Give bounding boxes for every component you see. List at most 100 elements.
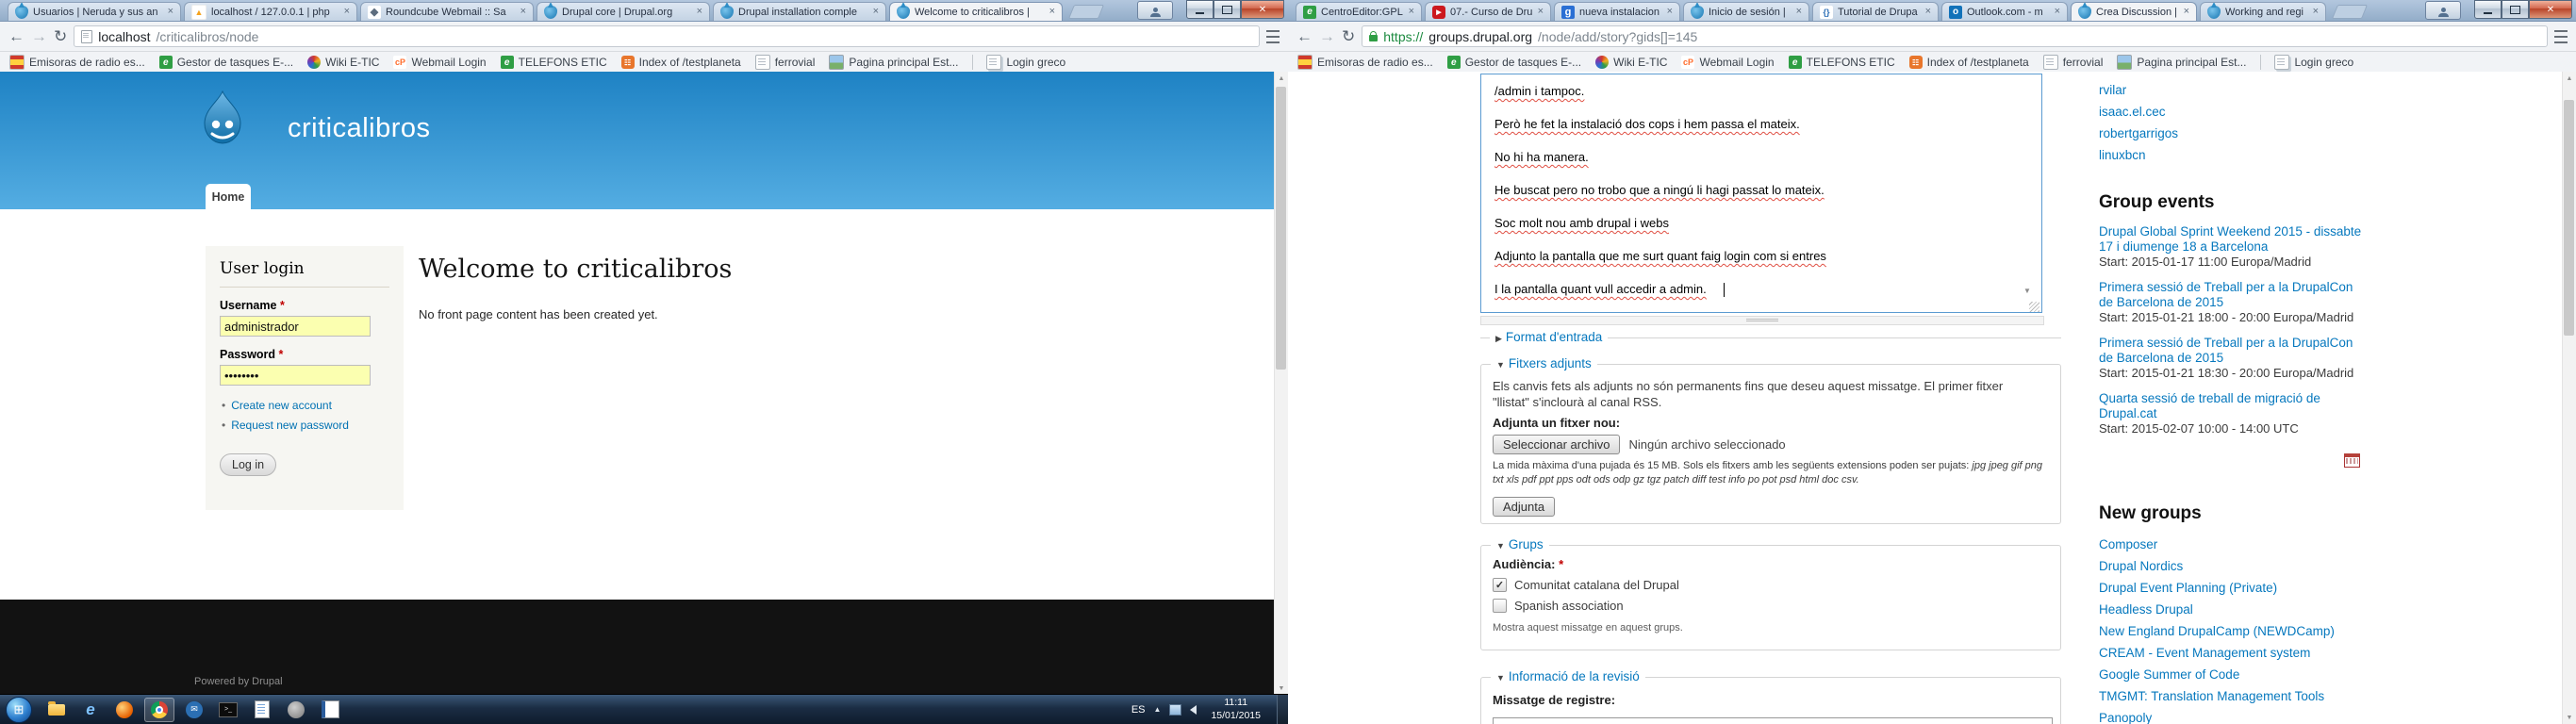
network-icon[interactable]: [1169, 704, 1181, 716]
back-button[interactable]: ←: [1296, 28, 1313, 44]
main-menu-home-tab[interactable]: Home: [206, 184, 251, 209]
bookmark-item[interactable]: Gestor de tasques E-...: [159, 56, 293, 69]
bookmark-item[interactable]: Gestor de tasques E-...: [1447, 56, 1581, 69]
user-link[interactable]: linuxbcn: [2099, 148, 2146, 162]
scrollbar-thumb[interactable]: [2564, 100, 2574, 336]
scroll-up-icon[interactable]: ▲: [2563, 72, 2576, 85]
maximize-button[interactable]: [1214, 0, 1241, 19]
minimize-button[interactable]: [1186, 0, 1214, 19]
speaker-icon[interactable]: [1190, 705, 1197, 715]
bookmark-item[interactable]: Pagina principal Est...: [2117, 55, 2246, 70]
hidden-icons-arrow-icon[interactable]: ▲: [1154, 705, 1162, 714]
group-link[interactable]: CREAM - Event Management system: [2099, 646, 2310, 660]
group-link[interactable]: Drupal Event Planning (Private): [2099, 581, 2277, 595]
language-indicator[interactable]: ES: [1131, 704, 1146, 716]
group-link[interactable]: TMGMT: Translation Management Tools: [2099, 689, 2324, 703]
taskbar-writer-icon[interactable]: [316, 699, 344, 721]
taskbar-notepad-icon[interactable]: [248, 699, 276, 721]
fitxers-adjunts-legend[interactable]: Fitxers adjunts: [1491, 356, 1597, 370]
log-message-textarea[interactable]: [1493, 717, 2053, 724]
left-page-scrollbar[interactable]: ▲ ▼: [1274, 72, 1288, 695]
tab-close-icon[interactable]: [1667, 7, 1673, 17]
chrome-menu-icon[interactable]: [2554, 30, 2568, 43]
new-tab-button[interactable]: [2332, 5, 2368, 19]
choose-file-button[interactable]: Seleccionar archivo: [1493, 435, 1620, 454]
event-link[interactable]: Quarta sessió de treball de migració de …: [2099, 391, 2369, 421]
powered-by-drupal[interactable]: Powered by Drupal: [194, 676, 283, 687]
bookmark-item[interactable]: Index of /testplaneta: [1909, 56, 2029, 69]
username-field[interactable]: [220, 316, 371, 337]
tab-outlook[interactable]: Outlook.com - m: [1941, 2, 2068, 21]
tab-close-icon[interactable]: [697, 7, 702, 17]
tab-close-icon[interactable]: [2313, 7, 2319, 17]
textarea-resize-grip-icon[interactable]: [2029, 302, 2039, 312]
bookmark-item[interactable]: TELEFONS ETIC: [1789, 56, 1895, 69]
tab-close-icon[interactable]: [873, 7, 879, 17]
group-link[interactable]: New England DrupalCamp (NEWDCamp): [2099, 624, 2335, 638]
tab-drupal-installation[interactable]: Drupal installation comple: [713, 2, 886, 21]
bookmark-item[interactable]: ferrovial: [755, 55, 816, 70]
user-link[interactable]: rvilar: [2099, 83, 2126, 97]
tab-close-icon[interactable]: [2184, 7, 2189, 17]
log-in-button[interactable]: Log in: [220, 453, 276, 476]
bookmark-item[interactable]: Emisoras de radio es...: [1297, 55, 1433, 70]
tab-centroeditor[interactable]: CentroEditor:GPL: [1296, 2, 1422, 21]
maximize-button[interactable]: [2502, 0, 2529, 19]
tab-close-icon[interactable]: [1796, 7, 1802, 17]
tab-welcome-criticalibros-active[interactable]: Welcome to criticalibros |: [889, 2, 1063, 21]
close-button[interactable]: [1241, 0, 1284, 19]
tab-close-icon[interactable]: [1409, 7, 1414, 17]
tab-working-registering[interactable]: Working and regi: [2200, 2, 2326, 21]
right-page-scrollbar[interactable]: ▲ ▼: [2562, 72, 2576, 724]
tab-youtube-curso[interactable]: 07.- Curso de Dru: [1425, 2, 1551, 21]
scrollbar-thumb[interactable]: [1276, 87, 1286, 370]
reload-button[interactable]: ↻: [1342, 28, 1355, 44]
create-account-link[interactable]: Create new account: [231, 399, 332, 412]
forward-button[interactable]: →: [31, 28, 47, 44]
bookmark-item[interactable]: TELEFONS ETIC: [501, 56, 607, 69]
tab-phpmyadmin[interactable]: localhost / 127.0.0.1 | php: [184, 2, 357, 21]
new-tab-button[interactable]: [1068, 5, 1104, 19]
grups-legend[interactable]: Grups: [1491, 537, 1549, 551]
format-entrada-legend[interactable]: Format d'entrada: [1490, 330, 1608, 344]
bookmark-item[interactable]: Emisoras de radio es...: [9, 55, 145, 70]
scroll-down-icon[interactable]: ▼: [2563, 711, 2576, 724]
minimize-button[interactable]: [2474, 0, 2502, 19]
left-address-bar[interactable]: localhost/criticalibros/node: [74, 25, 1260, 47]
taskbar-firefox-icon[interactable]: [110, 699, 139, 721]
forward-button[interactable]: →: [1319, 28, 1335, 44]
event-link[interactable]: Primera sessió de Treball per a la Drupa…: [2099, 280, 2369, 310]
bookmark-item[interactable]: Login greco: [972, 55, 1065, 70]
bookmark-item[interactable]: Pagina principal Est...: [829, 55, 958, 70]
taskbar-internet-explorer-icon[interactable]: [76, 699, 105, 721]
scroll-down-icon[interactable]: ▼: [1275, 682, 1288, 695]
checkbox[interactable]: [1493, 599, 1507, 613]
taskbar-gimp-icon[interactable]: [282, 699, 310, 721]
profile-button[interactable]: [1137, 1, 1173, 20]
show-desktop-button[interactable]: [1277, 695, 1288, 724]
tab-close-icon[interactable]: [344, 7, 350, 17]
tab-close-icon[interactable]: [1049, 7, 1055, 17]
scroll-up-icon[interactable]: ▲: [1275, 72, 1288, 85]
tab-usuarios-neruda[interactable]: Usuarios | Neruda y sus an: [8, 2, 181, 21]
password-field[interactable]: [220, 365, 371, 386]
bookmark-item[interactable]: Index of /testplaneta: [621, 56, 741, 69]
close-button[interactable]: [2529, 0, 2572, 19]
bookmark-item[interactable]: Webmail Login: [393, 56, 486, 69]
bookmark-item[interactable]: Wiki E-TIC: [307, 56, 379, 69]
tab-drupal-core[interactable]: Drupal core | Drupal.org: [537, 2, 710, 21]
bookmark-item[interactable]: Login greco: [2260, 55, 2353, 70]
tab-close-icon[interactable]: [168, 7, 173, 17]
right-address-bar[interactable]: https://groups.drupal.org/node/add/story…: [1362, 25, 2548, 47]
informacio-revisio-legend[interactable]: Informació de la revisió: [1491, 669, 1645, 683]
site-name[interactable]: criticalibros: [288, 113, 431, 144]
taskbar-folder-icon[interactable]: [42, 699, 71, 721]
tab-close-icon[interactable]: [1538, 7, 1544, 17]
textarea-scroll-down-icon[interactable]: ▼: [2023, 287, 2031, 295]
taskbar-thunderbird-icon[interactable]: [180, 699, 208, 721]
event-link[interactable]: Drupal Global Sprint Weekend 2015 - diss…: [2099, 224, 2369, 255]
start-button[interactable]: [6, 697, 32, 723]
event-link[interactable]: Primera sessió de Treball per a la Drupa…: [2099, 336, 2369, 366]
request-password-link[interactable]: Request new password: [231, 419, 349, 432]
checkbox[interactable]: [1493, 578, 1507, 592]
